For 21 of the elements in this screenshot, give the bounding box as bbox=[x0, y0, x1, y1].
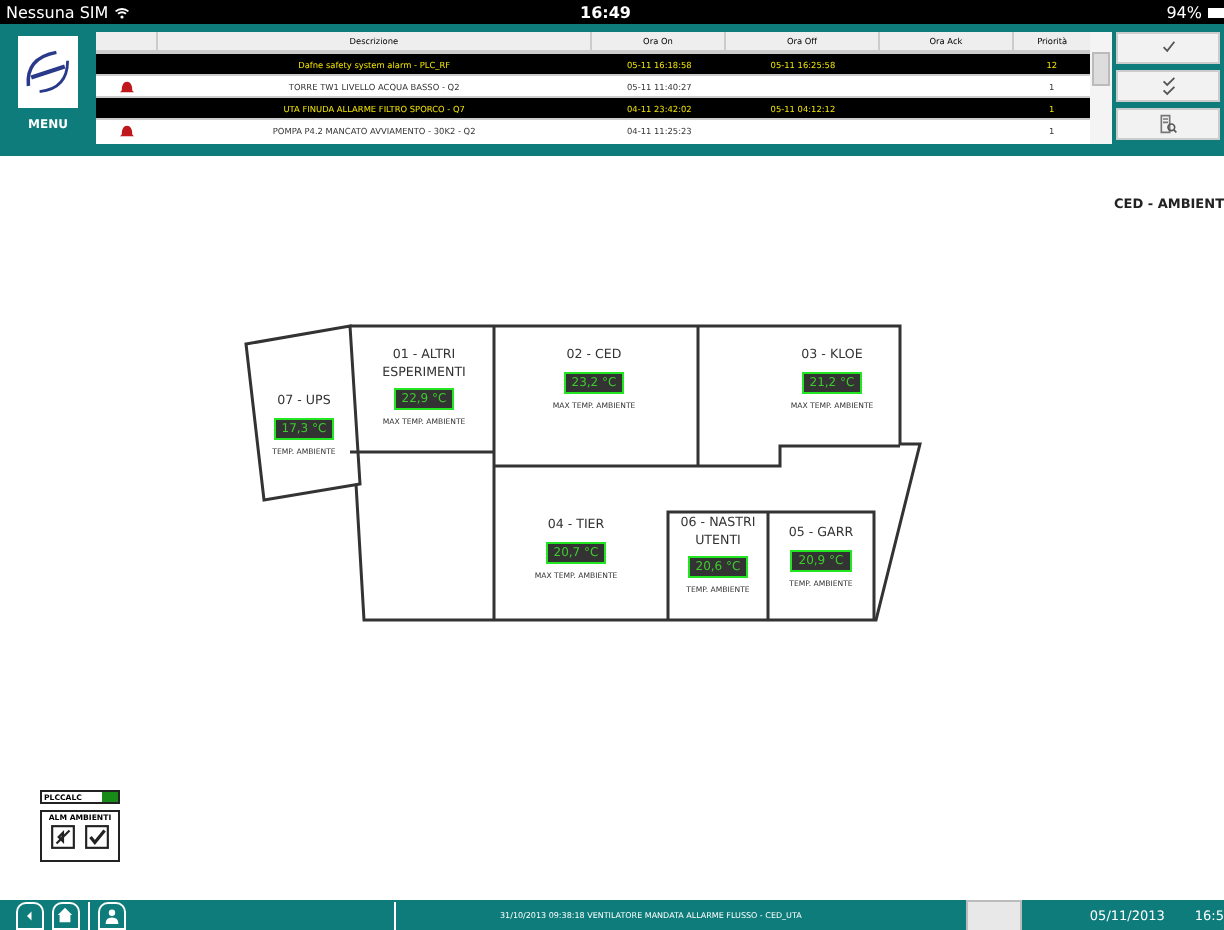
checkmark-icon[interactable] bbox=[84, 824, 110, 850]
user-button[interactable] bbox=[97, 901, 126, 929]
search-list-button[interactable] bbox=[1116, 108, 1220, 140]
checkmark-icon bbox=[1159, 40, 1177, 56]
home-button[interactable] bbox=[51, 901, 80, 929]
double-checkmark-icon bbox=[1159, 75, 1177, 97]
search-icon bbox=[1158, 114, 1178, 134]
clock: 16:49 bbox=[580, 3, 631, 21]
user-icon bbox=[103, 907, 120, 923]
home-icon bbox=[56, 906, 75, 924]
back-button[interactable] bbox=[16, 901, 44, 929]
wifi-icon bbox=[114, 5, 131, 19]
bell-icon bbox=[117, 79, 135, 93]
bell-icon bbox=[117, 123, 135, 137]
battery-icon bbox=[1208, 7, 1224, 17]
scrollbar[interactable] bbox=[1090, 32, 1112, 144]
battery-label: 94% bbox=[1166, 3, 1202, 21]
mute-icon[interactable] bbox=[50, 824, 76, 850]
logo-icon bbox=[18, 36, 78, 108]
carrier-label: Nessuna SIM bbox=[6, 3, 109, 21]
back-icon bbox=[23, 909, 36, 921]
